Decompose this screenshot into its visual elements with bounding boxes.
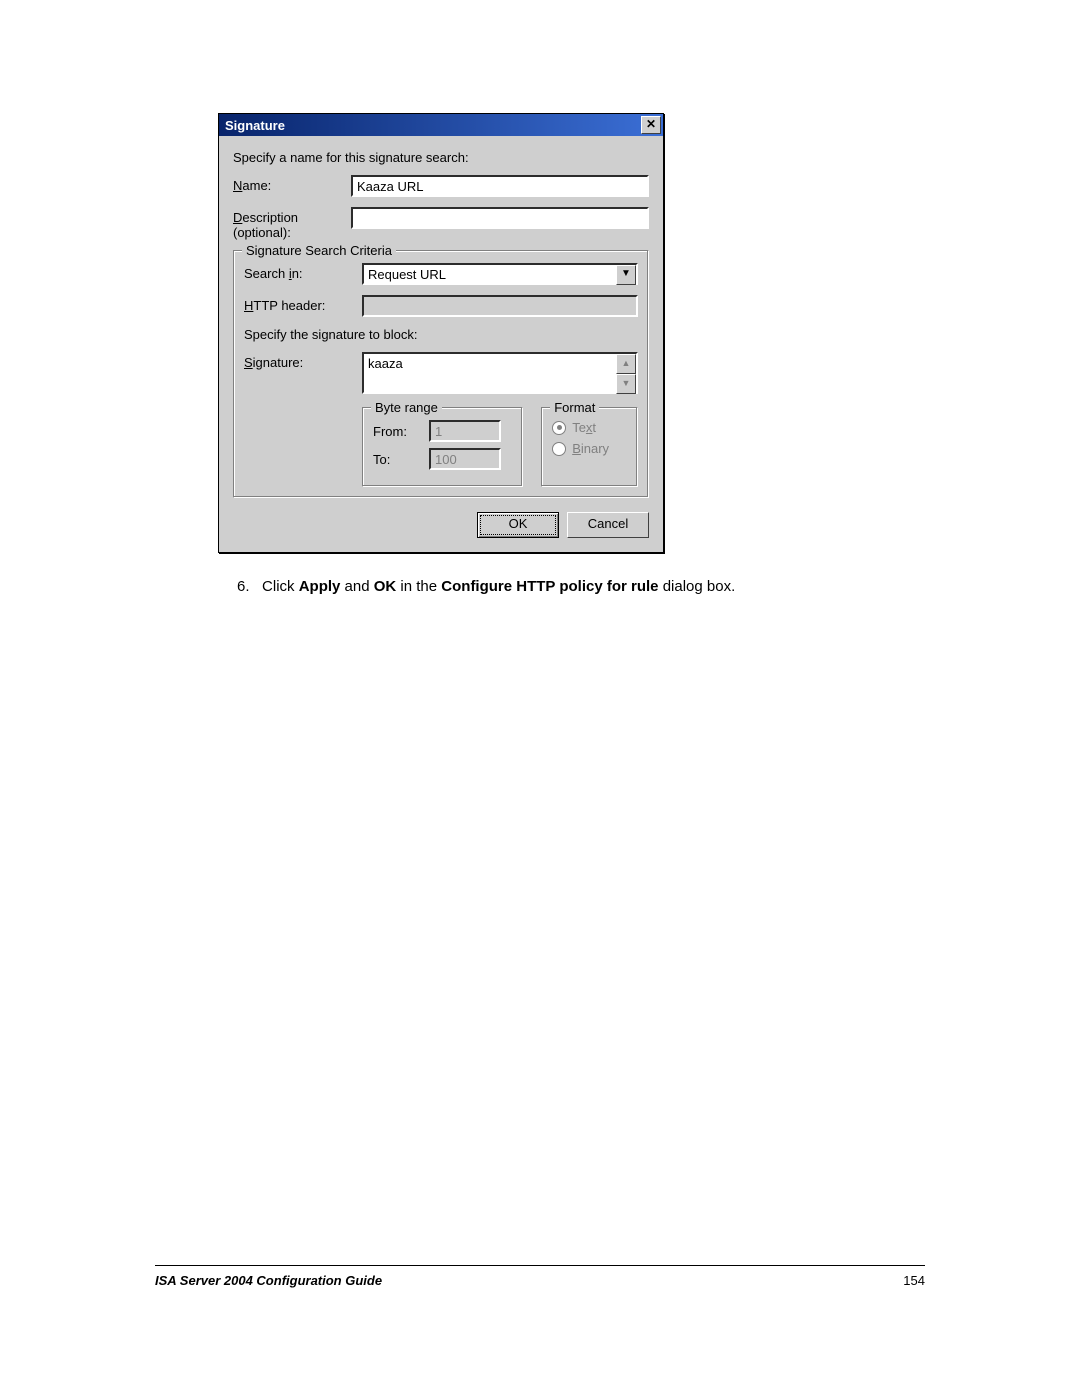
document-page: Signature ✕ Specify a name for this sign…: [0, 0, 1080, 1397]
http-header-input: [362, 295, 638, 317]
footer-title: ISA Server 2004 Configuration Guide: [155, 1273, 382, 1288]
binary-radio-label: Binary: [572, 441, 609, 456]
byte-range-legend: Byte range: [371, 400, 442, 415]
http-header-label: HTTP header:: [244, 295, 362, 313]
criteria-legend: Signature Search Criteria: [242, 243, 396, 258]
page-footer: ISA Server 2004 Configuration Guide 154: [155, 1273, 925, 1288]
description-label: Description (optional):: [233, 207, 351, 240]
description-row: Description (optional):: [233, 207, 649, 240]
dialog-title: Signature: [225, 118, 285, 133]
searchin-select[interactable]: [362, 263, 638, 285]
name-label: Name:: [233, 175, 351, 193]
step-6-instruction: 6. Click Apply and OK in the Configure H…: [237, 578, 735, 595]
to-label: To:: [373, 452, 421, 467]
dialog-buttons: OK Cancel: [233, 508, 649, 540]
name-row: Name:: [233, 175, 649, 197]
format-legend: Format: [550, 400, 599, 415]
searchin-row: Search in: ▼: [244, 263, 638, 285]
titlebar: Signature ✕: [219, 114, 663, 136]
name-input[interactable]: [351, 175, 649, 197]
signature-label: Signature:: [244, 352, 362, 370]
text-radio: Text: [552, 420, 627, 435]
from-label: From:: [373, 424, 421, 439]
to-row: To:: [373, 448, 512, 470]
cancel-button[interactable]: Cancel: [567, 512, 649, 538]
criteria-group: Signature Search Criteria Search in: ▼ H…: [233, 250, 649, 498]
searchin-label: Search in:: [244, 263, 362, 281]
dialog-body: Specify a name for this signature search…: [219, 136, 663, 552]
format-group: Format Text Binary: [541, 407, 638, 487]
sub-groups: Byte range From: To: Format: [362, 407, 638, 487]
binary-radio: Binary: [552, 441, 627, 456]
radio-icon: [552, 442, 566, 456]
footer-divider: [155, 1265, 925, 1266]
signature-dialog: Signature ✕ Specify a name for this sign…: [218, 113, 664, 553]
chevron-down-icon[interactable]: ▼: [616, 265, 636, 285]
block-instruction: Specify the signature to block:: [244, 327, 638, 342]
from-input: [429, 420, 501, 442]
description-input[interactable]: [351, 207, 649, 229]
signature-input[interactable]: [362, 352, 638, 394]
to-input: [429, 448, 501, 470]
byte-range-group: Byte range From: To:: [362, 407, 523, 487]
ok-button[interactable]: OK: [477, 512, 559, 538]
from-row: From:: [373, 420, 512, 442]
page-number: 154: [903, 1273, 925, 1288]
text-radio-label: Text: [572, 420, 596, 435]
scroll-up-icon[interactable]: ▲: [616, 354, 636, 374]
name-instruction: Specify a name for this signature search…: [233, 150, 649, 165]
radio-icon: [552, 421, 566, 435]
signature-row: Signature: ▲ ▼: [244, 352, 638, 397]
http-header-row: HTTP header:: [244, 295, 638, 317]
close-icon[interactable]: ✕: [641, 116, 661, 134]
scroll-down-icon[interactable]: ▼: [616, 374, 636, 394]
